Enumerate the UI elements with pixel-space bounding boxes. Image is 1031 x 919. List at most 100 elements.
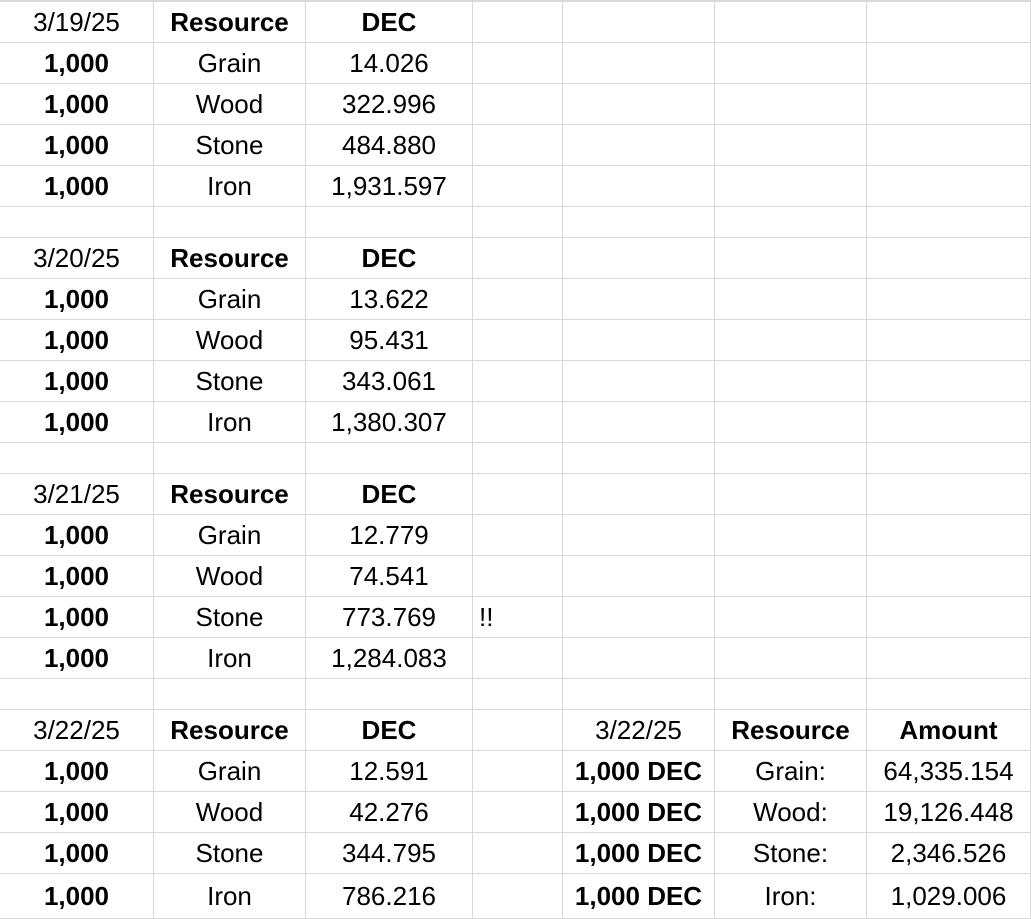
side-resource-cell[interactable]: Iron: <box>715 874 867 919</box>
sheet-cell[interactable] <box>715 638 867 679</box>
side-dec-cell[interactable]: 1,000 DEC <box>563 792 715 833</box>
dec-value-cell[interactable]: 1,931.597 <box>306 166 473 207</box>
sheet-cell[interactable] <box>867 402 1031 443</box>
sheet-cell[interactable] <box>473 556 563 597</box>
sheet-cell[interactable] <box>715 166 867 207</box>
dec-value-cell[interactable]: 1,380.307 <box>306 402 473 443</box>
sheet-cell[interactable] <box>563 443 715 474</box>
sheet-cell[interactable] <box>563 279 715 320</box>
resource-cell[interactable]: Grain <box>154 279 306 320</box>
sheet-cell[interactable] <box>715 43 867 84</box>
dec-value-cell[interactable]: 484.880 <box>306 125 473 166</box>
quantity-cell[interactable]: 1,000 <box>0 792 154 833</box>
sheet-cell[interactable] <box>473 833 563 874</box>
dec-header-cell[interactable]: DEC <box>306 2 473 43</box>
sheet-cell[interactable] <box>867 515 1031 556</box>
resource-cell[interactable]: Stone <box>154 125 306 166</box>
resource-cell[interactable]: Grain <box>154 515 306 556</box>
dec-value-cell[interactable]: 786.216 <box>306 874 473 919</box>
resource-cell[interactable]: Stone <box>154 361 306 402</box>
sheet-cell[interactable] <box>473 874 563 919</box>
sheet-cell[interactable] <box>306 207 473 238</box>
quantity-cell[interactable]: 1,000 <box>0 279 154 320</box>
sheet-cell[interactable] <box>867 43 1031 84</box>
dec-value-cell[interactable]: 42.276 <box>306 792 473 833</box>
side-resource-cell[interactable]: Stone: <box>715 833 867 874</box>
sheet-cell[interactable] <box>563 402 715 443</box>
side-resource-cell[interactable]: Grain: <box>715 751 867 792</box>
sheet-cell[interactable] <box>473 207 563 238</box>
sheet-cell[interactable] <box>715 320 867 361</box>
sheet-cell[interactable] <box>563 238 715 279</box>
quantity-cell[interactable]: 1,000 <box>0 361 154 402</box>
resource-cell[interactable]: Grain <box>154 751 306 792</box>
dec-header-cell[interactable]: DEC <box>306 238 473 279</box>
sheet-cell[interactable] <box>154 679 306 710</box>
sheet-cell[interactable] <box>867 279 1031 320</box>
sheet-cell[interactable] <box>563 125 715 166</box>
sheet-cell[interactable] <box>715 443 867 474</box>
sheet-cell[interactable] <box>867 320 1031 361</box>
sheet-cell[interactable] <box>867 166 1031 207</box>
dec-value-cell[interactable]: 12.779 <box>306 515 473 556</box>
sheet-cell[interactable] <box>867 556 1031 597</box>
side-amount-cell[interactable]: 1,029.006 <box>867 874 1031 919</box>
sheet-cell[interactable] <box>563 679 715 710</box>
sheet-cell[interactable] <box>0 207 154 238</box>
side-amount-cell[interactable]: 64,335.154 <box>867 751 1031 792</box>
resource-cell[interactable]: Stone <box>154 597 306 638</box>
side-date-cell[interactable]: 3/22/25 <box>563 710 715 751</box>
sheet-cell[interactable] <box>473 751 563 792</box>
sheet-cell[interactable] <box>154 207 306 238</box>
resource-cell[interactable]: Wood <box>154 320 306 361</box>
sheet-cell[interactable] <box>154 443 306 474</box>
sheet-cell[interactable] <box>867 207 1031 238</box>
side-resource-cell[interactable]: Wood: <box>715 792 867 833</box>
sheet-cell[interactable] <box>715 402 867 443</box>
sheet-cell[interactable] <box>0 679 154 710</box>
sheet-cell[interactable] <box>867 2 1031 43</box>
sheet-cell[interactable] <box>473 125 563 166</box>
sheet-cell[interactable] <box>867 125 1031 166</box>
date-cell[interactable]: 3/20/25 <box>0 238 154 279</box>
resource-header-cell[interactable]: Resource <box>154 474 306 515</box>
sheet-cell[interactable] <box>563 474 715 515</box>
resource-header-cell[interactable]: Resource <box>154 238 306 279</box>
quantity-cell[interactable]: 1,000 <box>0 320 154 361</box>
sheet-cell[interactable] <box>306 679 473 710</box>
date-cell[interactable]: 3/19/25 <box>0 2 154 43</box>
quantity-cell[interactable]: 1,000 <box>0 874 154 919</box>
sheet-cell[interactable] <box>715 279 867 320</box>
sheet-cell[interactable] <box>473 279 563 320</box>
sheet-cell[interactable] <box>0 443 154 474</box>
date-cell[interactable]: 3/22/25 <box>0 710 154 751</box>
sheet-cell[interactable] <box>473 238 563 279</box>
quantity-cell[interactable]: 1,000 <box>0 556 154 597</box>
sheet-cell[interactable] <box>563 43 715 84</box>
sheet-cell[interactable] <box>473 474 563 515</box>
dec-value-cell[interactable]: 322.996 <box>306 84 473 125</box>
dec-value-cell[interactable]: 14.026 <box>306 43 473 84</box>
sheet-cell[interactable] <box>473 2 563 43</box>
resource-cell[interactable]: Stone <box>154 833 306 874</box>
sheet-cell[interactable] <box>563 597 715 638</box>
sheet-cell[interactable] <box>867 679 1031 710</box>
side-dec-cell[interactable]: 1,000 DEC <box>563 874 715 919</box>
quantity-cell[interactable]: 1,000 <box>0 515 154 556</box>
sheet-cell[interactable] <box>473 43 563 84</box>
side-amount-header-cell[interactable]: Amount <box>867 710 1031 751</box>
quantity-cell[interactable]: 1,000 <box>0 751 154 792</box>
sheet-cell[interactable] <box>867 474 1031 515</box>
sheet-cell[interactable] <box>715 361 867 402</box>
dec-value-cell[interactable]: 13.622 <box>306 279 473 320</box>
sheet-cell[interactable] <box>715 556 867 597</box>
sheet-cell[interactable] <box>563 320 715 361</box>
sheet-cell[interactable] <box>867 361 1031 402</box>
quantity-cell[interactable]: 1,000 <box>0 43 154 84</box>
resource-cell[interactable]: Iron <box>154 166 306 207</box>
sheet-cell[interactable] <box>306 443 473 474</box>
quantity-cell[interactable]: 1,000 <box>0 166 154 207</box>
sheet-cell[interactable] <box>473 84 563 125</box>
sheet-cell[interactable] <box>563 515 715 556</box>
sheet-cell[interactable] <box>715 2 867 43</box>
